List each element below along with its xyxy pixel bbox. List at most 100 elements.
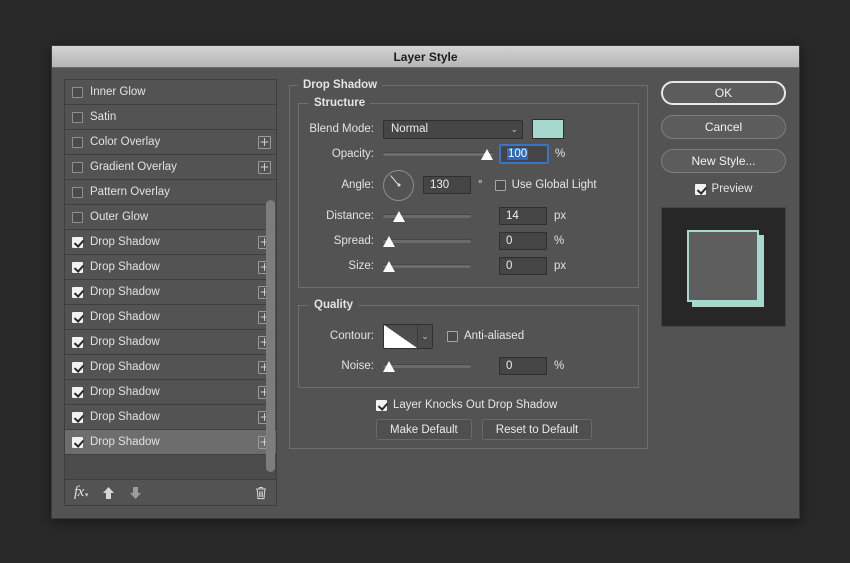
effect-list-item-label: Drop Shadow: [90, 336, 258, 348]
effect-list-item-label: Drop Shadow: [90, 386, 258, 398]
cancel-button[interactable]: Cancel: [661, 115, 786, 139]
noise-value: 0: [506, 360, 512, 372]
effect-list-item[interactable]: Drop Shadow+: [65, 355, 276, 380]
quality-group: Quality Contour: ⌄ Anti-aliased: [298, 299, 639, 388]
effect-enable-checkbox[interactable]: [72, 112, 83, 123]
effect-enable-checkbox[interactable]: [72, 87, 83, 98]
knockout-checkbox[interactable]: Layer Knocks Out Drop Shadow: [376, 399, 639, 411]
move-up-button[interactable]: [102, 486, 115, 500]
angle-dial[interactable]: [383, 170, 414, 201]
size-slider[interactable]: [383, 257, 471, 275]
knockout-label: Layer Knocks Out Drop Shadow: [393, 399, 557, 411]
use-global-light-box[interactable]: [495, 180, 506, 191]
spread-slider-track: [383, 239, 471, 243]
distance-input[interactable]: 14: [499, 207, 547, 225]
preview-box[interactable]: [695, 184, 706, 195]
effect-list-item-label: Outer Glow: [90, 211, 271, 223]
add-effect-instance-button[interactable]: +: [258, 136, 271, 149]
anti-aliased-box[interactable]: [447, 331, 458, 342]
scrollbar-thumb[interactable]: [266, 200, 275, 472]
anti-aliased-checkbox[interactable]: Anti-aliased: [447, 330, 524, 342]
effect-enable-checkbox[interactable]: [72, 187, 83, 198]
blend-mode-field: Blend Mode: Normal ⌄: [309, 118, 628, 140]
effect-list-item-label: Drop Shadow: [90, 236, 258, 248]
effect-list-item[interactable]: Drop Shadow+: [65, 255, 276, 280]
effect-enable-checkbox[interactable]: [72, 137, 83, 148]
noise-slider[interactable]: [383, 357, 471, 375]
add-effect-instance-button[interactable]: +: [258, 161, 271, 174]
fx-menu-button[interactable]: fx ▾: [74, 484, 88, 501]
effect-list-item[interactable]: Drop Shadow+: [65, 380, 276, 405]
preview-checkbox[interactable]: Preview: [695, 183, 753, 195]
blend-mode-select[interactable]: Normal ⌄: [383, 120, 523, 139]
effect-list-item[interactable]: Drop Shadow+: [65, 330, 276, 355]
effect-list-item[interactable]: Satin: [65, 105, 276, 130]
angle-dial-hub: [397, 184, 400, 187]
blend-mode-label: Blend Mode:: [309, 123, 383, 135]
shadow-color-swatch[interactable]: [532, 119, 564, 139]
effect-list-item[interactable]: Inner Glow: [65, 80, 276, 105]
knockout-box[interactable]: [376, 400, 387, 411]
distance-slider[interactable]: [383, 207, 471, 225]
new-style-button[interactable]: New Style...: [661, 149, 786, 173]
effect-list-item-label: Inner Glow: [90, 86, 271, 98]
quality-legend: Quality: [309, 299, 358, 311]
ok-button[interactable]: OK: [661, 81, 786, 105]
preview-thumbnail: [661, 207, 786, 327]
effect-list-item[interactable]: Drop Shadow+: [65, 230, 276, 255]
effect-list-item[interactable]: Drop Shadow+: [65, 430, 276, 455]
effect-enable-checkbox[interactable]: [72, 437, 83, 448]
effect-list-item-label: Gradient Overlay: [90, 161, 258, 173]
delete-effect-button[interactable]: [255, 486, 267, 500]
effect-list-item[interactable]: Drop Shadow+: [65, 280, 276, 305]
effect-enable-checkbox[interactable]: [72, 287, 83, 298]
effect-list-item-label: Drop Shadow: [90, 436, 258, 448]
size-label: Size:: [309, 260, 383, 272]
drop-shadow-group-title: Drop Shadow: [298, 79, 382, 91]
distance-unit: px: [554, 210, 566, 222]
contour-preview-icon: [384, 325, 417, 348]
opacity-slider[interactable]: [383, 145, 493, 163]
opacity-value: 100: [507, 148, 528, 160]
effect-enable-checkbox[interactable]: [72, 387, 83, 398]
effects-toolbar: fx ▾: [64, 480, 277, 506]
contour-select[interactable]: ⌄: [383, 324, 433, 349]
spread-value: 0: [506, 235, 512, 247]
effect-list-item-label: Color Overlay: [90, 136, 258, 148]
blend-mode-value: Normal: [391, 123, 504, 135]
use-global-light-checkbox[interactable]: Use Global Light: [495, 179, 597, 191]
effect-enable-checkbox[interactable]: [72, 362, 83, 373]
effect-list-item[interactable]: Gradient Overlay+: [65, 155, 276, 180]
effects-panel: Inner GlowSatinColor Overlay+Gradient Ov…: [64, 79, 277, 506]
effects-list[interactable]: Inner GlowSatinColor Overlay+Gradient Ov…: [64, 79, 277, 480]
angle-input[interactable]: 130: [423, 176, 471, 194]
reset-to-default-button[interactable]: Reset to Default: [482, 419, 592, 440]
right-panel: OK Cancel New Style... Preview: [660, 79, 787, 506]
opacity-input[interactable]: 100: [500, 145, 548, 163]
distance-value: 14: [506, 210, 519, 222]
effect-list-item[interactable]: Color Overlay+: [65, 130, 276, 155]
noise-field: Noise: 0 %: [309, 355, 628, 377]
effect-list-item[interactable]: Drop Shadow+: [65, 405, 276, 430]
move-down-button[interactable]: [129, 486, 142, 500]
noise-label: Noise:: [309, 360, 383, 372]
effect-enable-checkbox[interactable]: [72, 337, 83, 348]
effect-enable-checkbox[interactable]: [72, 412, 83, 423]
angle-field: Angle: 130 ° Use Global Light: [309, 168, 628, 202]
spread-slider[interactable]: [383, 232, 471, 250]
effect-enable-checkbox[interactable]: [72, 312, 83, 323]
noise-input[interactable]: 0: [499, 357, 547, 375]
effect-enable-checkbox[interactable]: [72, 237, 83, 248]
spread-input[interactable]: 0: [499, 232, 547, 250]
effect-enable-checkbox[interactable]: [72, 162, 83, 173]
size-input[interactable]: 0: [499, 257, 547, 275]
effect-list-item[interactable]: Pattern Overlay: [65, 180, 276, 205]
effect-list-item[interactable]: Outer Glow: [65, 205, 276, 230]
effects-list-scrollbar[interactable]: [266, 200, 275, 472]
opacity-slider-track: [383, 152, 493, 156]
effect-enable-checkbox[interactable]: [72, 262, 83, 273]
make-default-button[interactable]: Make Default: [376, 419, 472, 440]
effect-list-item-label: Drop Shadow: [90, 286, 258, 298]
effect-enable-checkbox[interactable]: [72, 212, 83, 223]
effect-list-item[interactable]: Drop Shadow+: [65, 305, 276, 330]
